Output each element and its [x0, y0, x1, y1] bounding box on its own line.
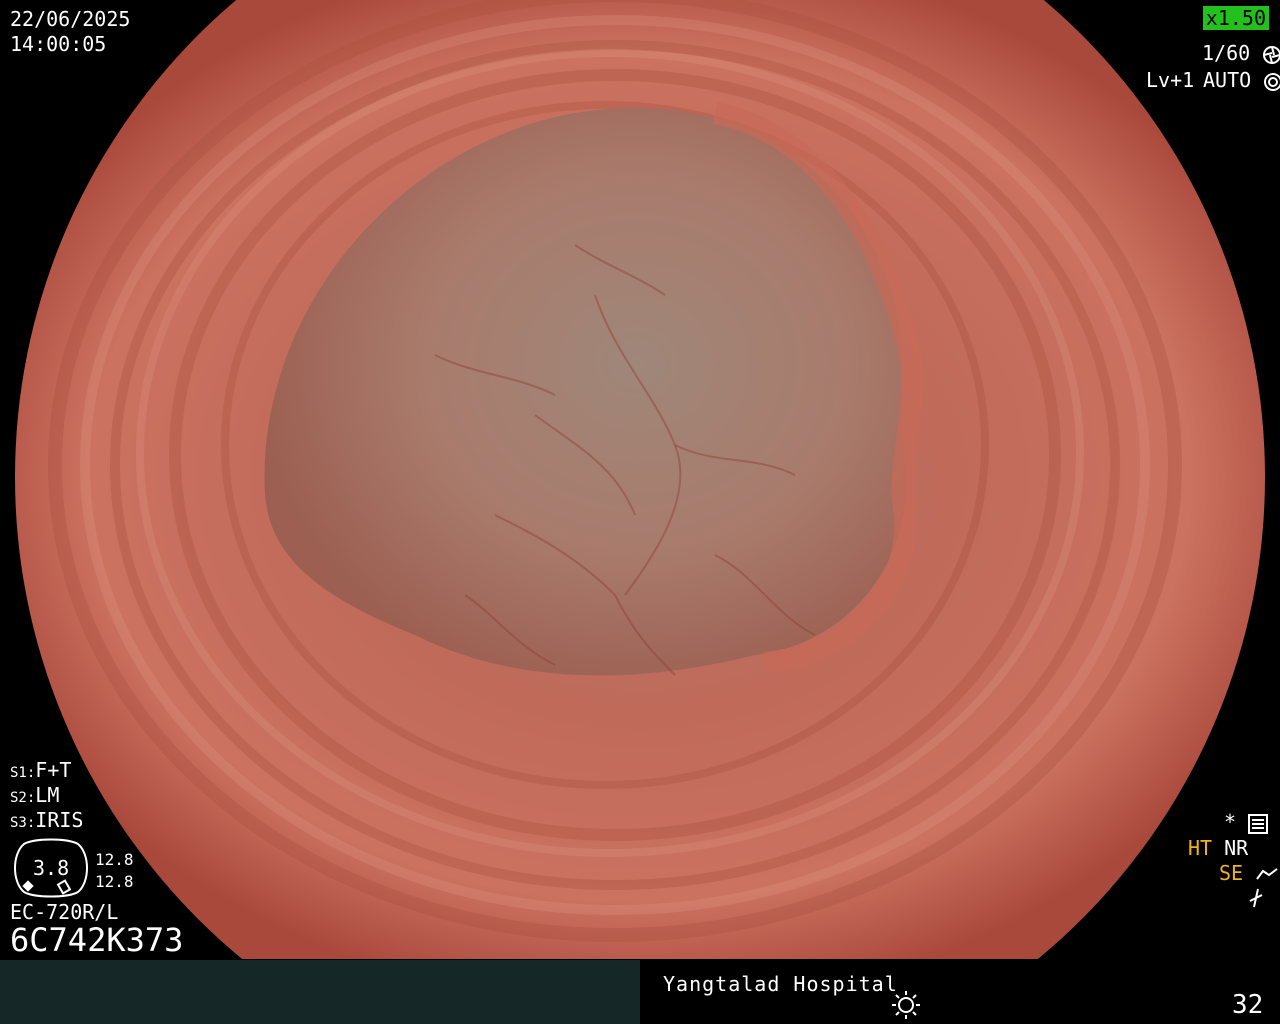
gauge-lower-value: 12.8 [95, 872, 134, 891]
switch-s1: S1:F+T [10, 758, 71, 785]
star-row: * [1224, 810, 1269, 834]
scope-gauge: 3.8 [10, 838, 92, 898]
switch-s2: S2:LM [10, 783, 59, 810]
zoom-badge: x1.50 [1202, 6, 1269, 30]
switch-s3-value: IRIS [35, 808, 84, 832]
gauge-center-value: 3.8 [33, 856, 70, 880]
se-text: SE [1219, 861, 1244, 885]
endoscope-view [15, 0, 1265, 959]
settings-icon [1248, 813, 1269, 834]
iris-mode-text: AUTO [1203, 68, 1252, 92]
enhance-icon [1256, 867, 1278, 880]
switch-s1-value: F+T [35, 758, 72, 782]
endoscope-image [15, 0, 1265, 959]
iris-icon [1264, 72, 1280, 91]
se-row: SE [1219, 861, 1279, 885]
iris-row: AUTO [1203, 68, 1280, 92]
switch-s2-key: S2: [10, 790, 36, 806]
hospital-name: Yangtalad Hospital [663, 972, 898, 996]
frame-counter: 32 [1232, 990, 1264, 1020]
switch-s1-key: S1: [10, 765, 36, 781]
ht-nr-row: HT NR [1188, 836, 1248, 860]
gauge-upper-value: 12.8 [95, 850, 134, 869]
scope-serial-text: 6C742K373 [10, 921, 184, 959]
flash-row [1246, 884, 1266, 909]
sun-icon [891, 990, 921, 1024]
ht-text: HT [1188, 836, 1213, 860]
switch-s3: S3:IRIS [10, 808, 83, 835]
switch-s3-key: S3: [10, 815, 36, 831]
aperture-icon [1263, 45, 1280, 64]
flash-icon [1249, 888, 1263, 907]
date-text: 22/06/2025 [10, 7, 131, 31]
shutter-text: 1/60 [1202, 41, 1251, 65]
nr-text: NR [1224, 836, 1249, 860]
star-text: * [1224, 810, 1237, 834]
time-text: 14:00:05 [10, 32, 107, 56]
shutter-row: 1/60 [1202, 41, 1280, 65]
switch-s2-value: LM [35, 783, 60, 807]
level-text: Lv+1 [1146, 68, 1195, 92]
